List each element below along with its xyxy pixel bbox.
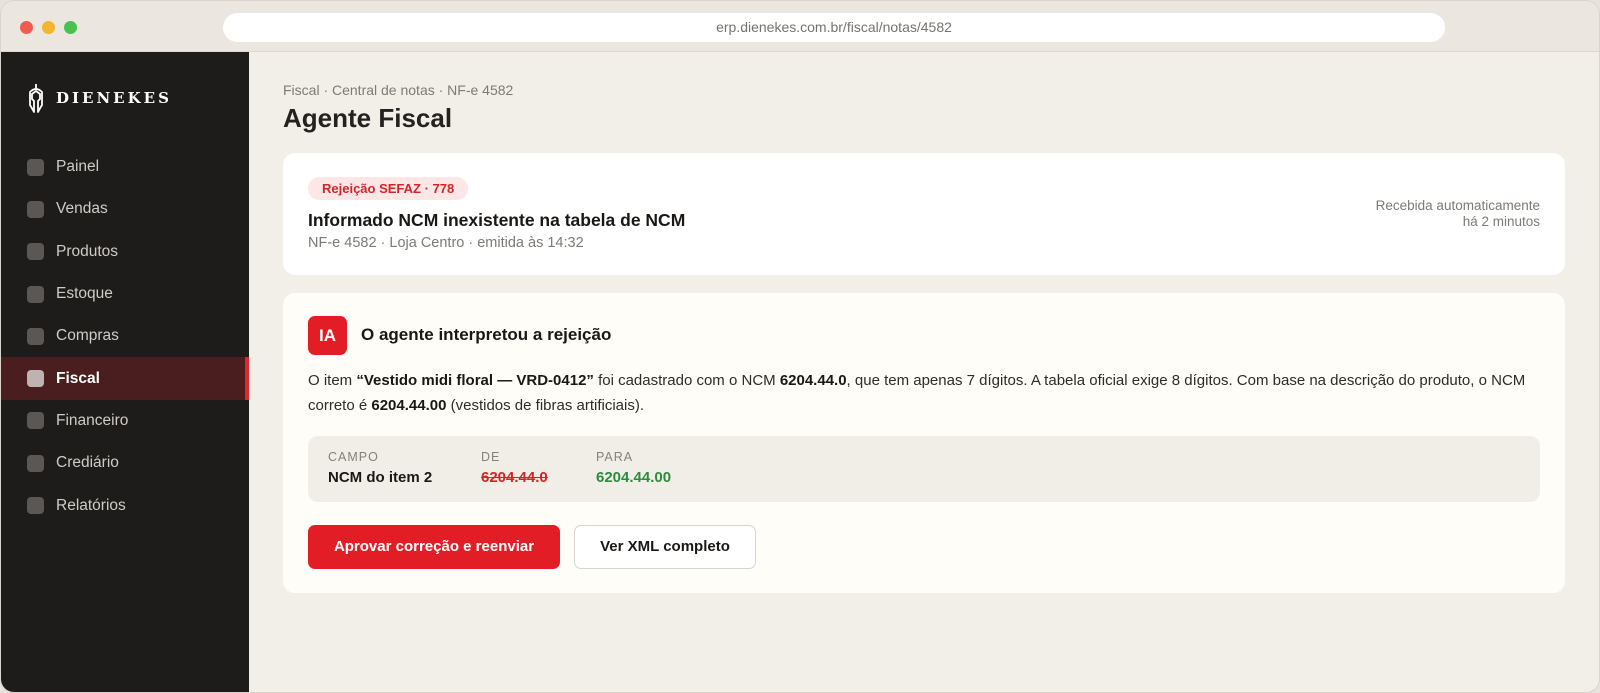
- crediario-icon: [27, 454, 44, 472]
- new-ncm: 6204.44.00: [371, 397, 447, 414]
- sidebar-item-relatorios[interactable]: Relatórios: [1, 484, 249, 526]
- estoque-icon: [27, 285, 44, 303]
- diff-to-label: PARA: [596, 450, 634, 464]
- title-bar: erp.dienekes.com.br/fiscal/notas/4582: [1, 1, 1599, 52]
- breadcrumb: Fiscal · Central de notas · NF-e 4582: [283, 82, 514, 98]
- vendas-icon: [27, 200, 44, 218]
- sidebar-item-label: Compras: [56, 327, 119, 345]
- explanation-text: foi cadastrado com o NCM: [593, 372, 780, 389]
- sidebar-item-painel[interactable]: Painel: [1, 146, 249, 188]
- old-ncm: 6204.44.0: [779, 372, 847, 389]
- item-name: “Vestido midi floral — VRD-0412”: [356, 372, 594, 389]
- diff-to-column: PARA 6204.44.00: [596, 450, 671, 486]
- fiscal-icon: [27, 370, 44, 388]
- correction-diff: CAMPO NCM do item 2 DE 6204.44.0 PARA 62…: [308, 436, 1540, 502]
- approve-resend-button[interactable]: Aprovar correção e reenviar: [308, 525, 560, 569]
- sidebar-item-label: Estoque: [56, 285, 113, 303]
- main-content: Fiscal · Central de notas · NF-e 4582 Ag…: [249, 52, 1599, 692]
- agent-title: O agente interpretou a rejeição: [361, 325, 612, 344]
- rejection-card: Rejeição SEFAZ · 778 Informado NCM inexi…: [283, 153, 1565, 275]
- maximize-window-button[interactable]: [64, 21, 77, 34]
- diff-from-label: DE: [481, 450, 501, 464]
- browser-window: erp.dienekes.com.br/fiscal/notas/4582 DI…: [0, 0, 1600, 693]
- ia-badge: IA: [308, 316, 347, 355]
- sidebar-item-label: Fiscal: [56, 369, 100, 387]
- explanation-text: O item: [308, 372, 357, 389]
- received-line-2: há 2 minutos: [1462, 214, 1540, 229]
- sidebar: DIENEKES Painel Vendas Produtos Estoque …: [1, 52, 249, 692]
- sidebar-item-label: Crediário: [56, 454, 119, 472]
- sidebar-item-compras[interactable]: Compras: [1, 315, 249, 357]
- sidebar-item-label: Financeiro: [56, 411, 129, 429]
- page-title: Agente Fiscal: [283, 103, 453, 133]
- agent-card: IA O agente interpretou a rejeição O ite…: [283, 293, 1565, 593]
- diff-to-value: 6204.44.00: [596, 469, 672, 486]
- diff-field-column: CAMPO NCM do item 2: [328, 450, 432, 486]
- sidebar-item-label: Produtos: [56, 242, 119, 260]
- received-time: Recebida automaticamente há 2 minutos: [1376, 198, 1540, 230]
- sidebar-item-label: Relatórios: [56, 496, 126, 514]
- sidebar-item-fiscal[interactable]: Fiscal: [1, 357, 249, 401]
- diff-from-value: 6204.44.0: [481, 469, 548, 486]
- sidebar-item-produtos[interactable]: Produtos: [1, 231, 249, 273]
- diff-field-label: CAMPO: [328, 450, 379, 464]
- rejection-badge: Rejeição SEFAZ · 778: [308, 177, 469, 200]
- minimize-window-button[interactable]: [42, 21, 55, 34]
- sidebar-item-estoque[interactable]: Estoque: [1, 273, 249, 315]
- financeiro-icon: [27, 412, 44, 430]
- produtos-icon: [27, 243, 44, 261]
- logo: DIENEKES: [26, 82, 172, 114]
- close-window-button[interactable]: [20, 21, 33, 34]
- sidebar-item-label: Vendas: [56, 200, 108, 218]
- address-bar[interactable]: erp.dienekes.com.br/fiscal/notas/4582: [223, 13, 1445, 42]
- relatorios-icon: [27, 497, 44, 515]
- painel-icon: [27, 158, 44, 176]
- agent-explanation: O item “Vestido midi floral — VRD-0412” …: [308, 368, 1538, 418]
- diff-from-column: DE 6204.44.0: [481, 450, 548, 486]
- sidebar-item-crediario[interactable]: Crediário: [1, 442, 249, 484]
- rejection-title: Informado NCM inexistente na tabela de N…: [308, 210, 686, 230]
- sidebar-item-vendas[interactable]: Vendas: [1, 188, 249, 230]
- explanation-text: (vestidos de fibras artificiais).: [446, 397, 645, 414]
- rejection-meta: NF-e 4582 · Loja Centro · emitida às 14:…: [308, 235, 584, 251]
- compras-icon: [27, 327, 44, 345]
- received-line-1: Recebida automaticamente: [1375, 198, 1540, 213]
- sidebar-nav: Painel Vendas Produtos Estoque Compras F…: [1, 146, 249, 527]
- logo-text: DIENEKES: [56, 89, 172, 107]
- diff-field-value: NCM do item 2: [328, 469, 433, 486]
- helmet-logo-icon: [29, 84, 43, 113]
- sidebar-item-financeiro[interactable]: Financeiro: [1, 400, 249, 442]
- sidebar-item-label: Painel: [56, 158, 100, 176]
- view-xml-button[interactable]: Ver XML completo: [574, 525, 756, 569]
